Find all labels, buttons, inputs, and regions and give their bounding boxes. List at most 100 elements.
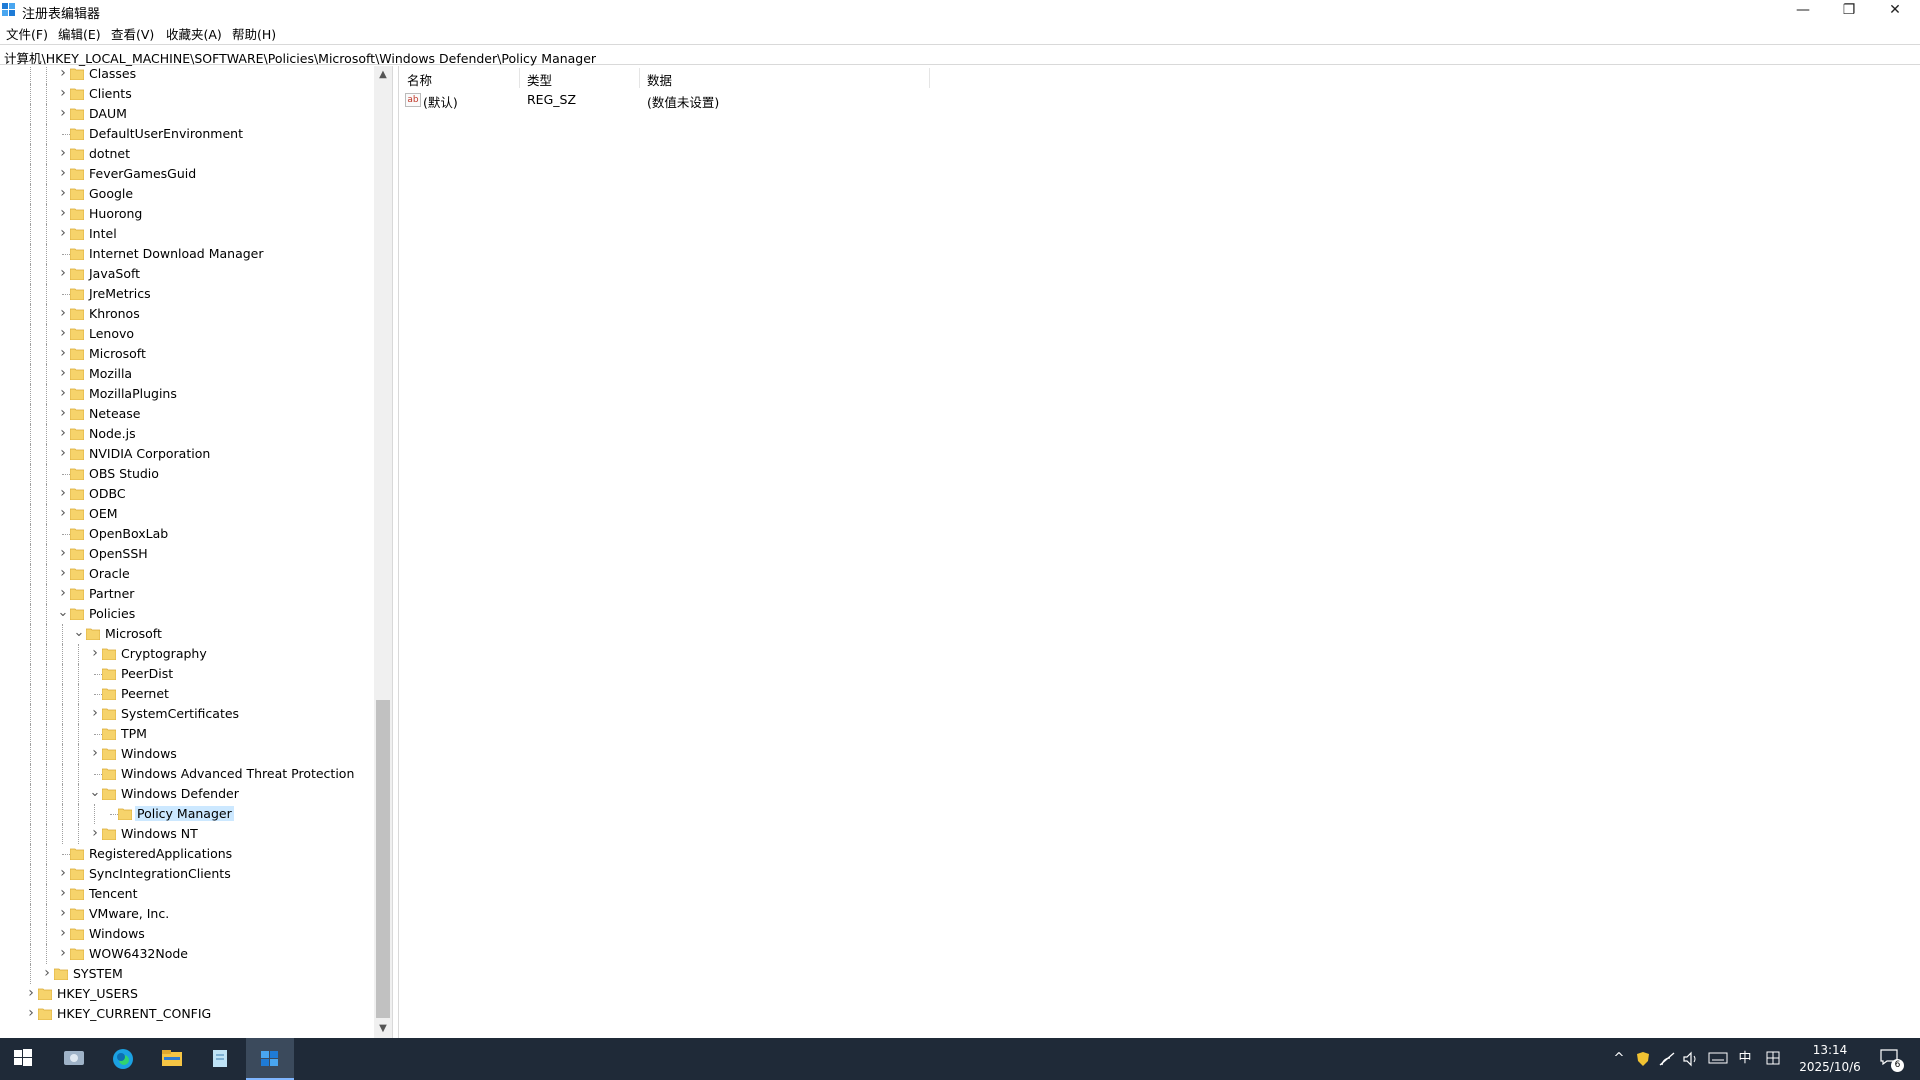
tree-node-label[interactable]: DAUM xyxy=(87,106,129,121)
tree-node-label[interactable]: Clients xyxy=(87,86,134,101)
menu-help[interactable]: 帮助(H) xyxy=(232,24,276,43)
tree-node-label[interactable]: HKEY_USERS xyxy=(55,986,140,1001)
tree-node-label[interactable]: Windows Defender xyxy=(119,786,241,801)
tree-node[interactable]: › FeverGamesGuid xyxy=(0,164,375,184)
tree-node[interactable]: › Khronos xyxy=(0,304,375,324)
tree-node-label[interactable]: WOW6432Node xyxy=(87,946,190,961)
chevron-right-icon[interactable]: › xyxy=(56,866,70,880)
tree-node[interactable]: › Huorong xyxy=(0,204,375,224)
chevron-right-icon[interactable]: › xyxy=(56,186,70,200)
chevron-right-icon[interactable]: › xyxy=(88,706,102,720)
chevron-right-icon[interactable]: › xyxy=(88,646,102,660)
tree-node-label[interactable]: SyncIntegrationClients xyxy=(87,866,233,881)
tree-node-label[interactable]: Intel xyxy=(87,226,119,241)
tree-node-label[interactable]: DefaultUserEnvironment xyxy=(87,126,245,141)
tree-node[interactable]: RegisteredApplications xyxy=(0,844,375,864)
chevron-down-icon[interactable]: ⌄ xyxy=(56,606,70,620)
tree-node[interactable]: › ODBC xyxy=(0,484,375,504)
chevron-right-icon[interactable]: › xyxy=(56,206,70,220)
tree-node[interactable]: › Windows xyxy=(0,744,375,764)
chevron-right-icon[interactable]: › xyxy=(56,386,70,400)
tree-node[interactable]: › Oracle xyxy=(0,564,375,584)
shield-icon[interactable] xyxy=(1634,1051,1652,1067)
tree-node-label[interactable]: Internet Download Manager xyxy=(87,246,266,261)
tree-node[interactable]: PeerDist xyxy=(0,664,375,684)
tree-node[interactable]: ⌄ Windows Defender xyxy=(0,784,375,804)
column-divider[interactable] xyxy=(519,68,520,88)
tree-node-label[interactable]: Microsoft xyxy=(103,626,164,641)
tree-node-label[interactable]: Cryptography xyxy=(119,646,209,661)
chevron-right-icon[interactable]: › xyxy=(56,226,70,240)
address-bar[interactable]: 计算机\HKEY_LOCAL_MACHINE\SOFTWARE\Policies… xyxy=(0,44,1920,66)
menu-file[interactable]: 文件(F) xyxy=(6,24,48,43)
chevron-right-icon[interactable]: › xyxy=(56,146,70,160)
chevron-down-icon[interactable]: ⌄ xyxy=(88,786,102,800)
tree-node[interactable]: › Clients xyxy=(0,84,375,104)
scroll-up-button[interactable]: ▲ xyxy=(374,66,392,84)
tree-node[interactable]: OBS Studio xyxy=(0,464,375,484)
tree-node-label[interactable]: Huorong xyxy=(87,206,144,221)
tree-scrollbar[interactable]: ▲ ▼ xyxy=(374,66,392,1038)
chevron-right-icon[interactable]: › xyxy=(56,446,70,460)
tree-node[interactable]: Peernet xyxy=(0,684,375,704)
tree-node-label[interactable]: OpenSSH xyxy=(87,546,150,561)
menu-edit[interactable]: 编辑(E) xyxy=(58,24,101,43)
network-icon[interactable] xyxy=(1658,1051,1676,1067)
tree-node-label[interactable]: Windows Advanced Threat Protection xyxy=(119,766,356,781)
tree-node[interactable]: DefaultUserEnvironment xyxy=(0,124,375,144)
tree-node-label[interactable]: Google xyxy=(87,186,135,201)
chevron-right-icon[interactable]: › xyxy=(56,926,70,940)
menu-favorites[interactable]: 收藏夹(A) xyxy=(166,24,222,43)
show-hidden-icons[interactable]: ^ xyxy=(1610,1051,1628,1067)
chevron-right-icon[interactable]: › xyxy=(24,986,38,1000)
tree-node-label[interactable]: Peernet xyxy=(119,686,171,701)
chevron-right-icon[interactable]: › xyxy=(56,566,70,580)
tree-node[interactable]: › Mozilla xyxy=(0,364,375,384)
taskbar-edge[interactable] xyxy=(99,1038,147,1080)
list-row[interactable]: ab (默认) REG_SZ (数值未设置) xyxy=(399,90,1199,110)
chevron-right-icon[interactable]: › xyxy=(88,826,102,840)
tree-node-label[interactable]: PeerDist xyxy=(119,666,175,681)
tree-node-label[interactable]: Node.js xyxy=(87,426,138,441)
system-clock[interactable]: 13:14 2025/10/6 xyxy=(1792,1042,1868,1076)
column-divider[interactable] xyxy=(929,68,930,88)
tree-node-label[interactable]: Mozilla xyxy=(87,366,134,381)
minimize-button[interactable]: — xyxy=(1780,0,1826,22)
column-header-data[interactable]: 数据 xyxy=(647,70,672,88)
close-button[interactable]: ✕ xyxy=(1872,0,1918,22)
tree-node-label[interactable]: Partner xyxy=(87,586,136,601)
chevron-right-icon[interactable]: › xyxy=(56,166,70,180)
start-button[interactable] xyxy=(0,1038,48,1080)
tree-node[interactable]: › Windows NT xyxy=(0,824,375,844)
tree-node[interactable]: JreMetrics xyxy=(0,284,375,304)
tree-node[interactable]: › WOW6432Node xyxy=(0,944,375,964)
column-header-type[interactable]: 类型 xyxy=(527,70,552,88)
tree-node[interactable]: › Cryptography xyxy=(0,644,375,664)
tree-node-label[interactable]: OEM xyxy=(87,506,120,521)
tree-node-label[interactable]: NVIDIA Corporation xyxy=(87,446,212,461)
tree-node[interactable]: › Windows xyxy=(0,924,375,944)
tree-node-label[interactable]: JreMetrics xyxy=(87,286,153,301)
tree-node-label[interactable]: dotnet xyxy=(87,146,132,161)
chevron-right-icon[interactable]: › xyxy=(56,346,70,360)
chevron-right-icon[interactable]: › xyxy=(56,266,70,280)
tree-node[interactable]: ⌄ Microsoft xyxy=(0,624,375,644)
tree-node-label[interactable]: HKEY_CURRENT_CONFIG xyxy=(55,1006,213,1021)
tree-node[interactable]: › VMware, Inc. xyxy=(0,904,375,924)
tree-node-label[interactable]: JavaSoft xyxy=(87,266,142,281)
tree-node-label[interactable]: Windows NT xyxy=(119,826,200,841)
tree-node[interactable]: › HKEY_USERS xyxy=(0,984,375,1004)
taskbar-photos[interactable] xyxy=(50,1038,98,1080)
tree-node-label[interactable]: Netease xyxy=(87,406,143,421)
chevron-down-icon[interactable]: ⌄ xyxy=(72,626,86,640)
tree-node[interactable]: › NVIDIA Corporation xyxy=(0,444,375,464)
tree-node[interactable]: › JavaSoft xyxy=(0,264,375,284)
chevron-right-icon[interactable]: › xyxy=(56,486,70,500)
tree-node[interactable]: TPM xyxy=(0,724,375,744)
tree-node[interactable]: › SystemCertificates xyxy=(0,704,375,724)
tree-node[interactable]: Policy Manager xyxy=(0,804,375,824)
chevron-right-icon[interactable]: › xyxy=(56,366,70,380)
chevron-right-icon[interactable]: › xyxy=(56,886,70,900)
tree-node[interactable]: › Classes xyxy=(0,66,375,84)
chevron-right-icon[interactable]: › xyxy=(56,586,70,600)
